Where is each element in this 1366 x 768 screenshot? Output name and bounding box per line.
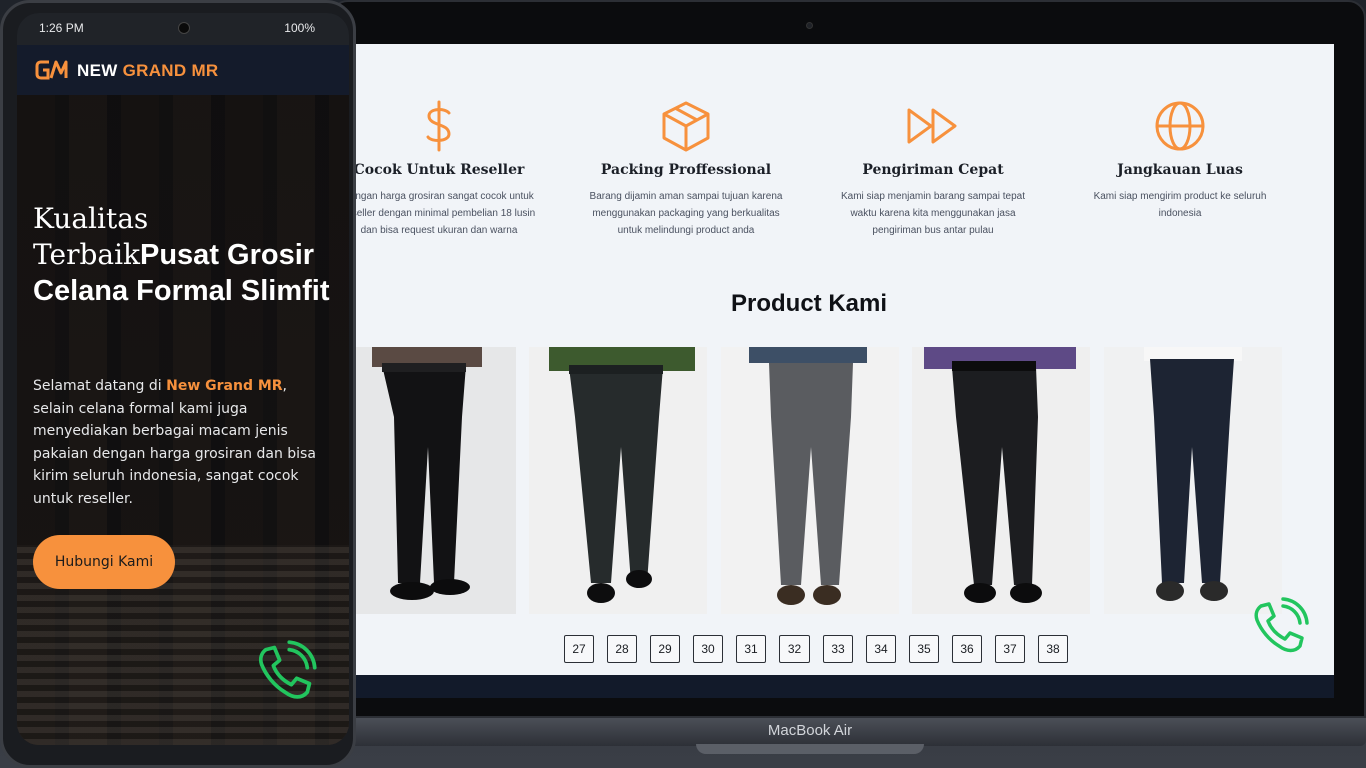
whatsapp-phone-icon[interactable]: [1247, 596, 1311, 660]
product-image: [721, 347, 899, 614]
feature-shipping: Pengiriman Cepat Kami siap menjamin bara…: [818, 96, 1048, 239]
feature-text: dengan harga grosiran sangat cocok untuk…: [354, 191, 536, 236]
feature-coverage: Jangkauan Luas Kami siap mengirim produc…: [1065, 96, 1295, 222]
feature-packing: Packing Proffessional Barang dijamin ama…: [571, 96, 801, 239]
battery-level: 100%: [284, 21, 315, 35]
contact-button[interactable]: Hubungi Kami: [33, 535, 175, 589]
laptop-camera: [806, 22, 813, 29]
size-option[interactable]: 35: [909, 635, 939, 663]
phone-frame: 1:26 PM 100% NEW GRAND MR Kualitas Terba…: [0, 0, 356, 768]
size-option[interactable]: 29: [650, 635, 680, 663]
status-bar: 1:26 PM 100%: [17, 13, 349, 45]
navbar: NEW GRAND MR: [17, 45, 349, 95]
laptop-screen: Cocok Untuk Reseller dengan harga grosir…: [354, 44, 1334, 698]
size-option[interactable]: 28: [607, 635, 637, 663]
size-option[interactable]: 27: [564, 635, 594, 663]
hero-title-serif: Kualitas Terbaik: [33, 202, 149, 271]
laptop-base-notch: [696, 744, 924, 754]
feature-title: Packing Proffessional: [600, 162, 772, 178]
status-time: 1:26 PM: [39, 21, 84, 35]
box-icon: [662, 101, 710, 152]
size-option[interactable]: 34: [866, 635, 896, 663]
lead-brand: New Grand MR: [166, 378, 283, 394]
section-title: Product Kami: [730, 290, 888, 317]
size-option[interactable]: 37: [995, 635, 1025, 663]
phone-screen: 1:26 PM 100% NEW GRAND MR Kualitas Terba…: [17, 13, 349, 745]
product-card[interactable]: [354, 347, 516, 614]
product-card[interactable]: [529, 347, 707, 614]
page-footer-strip: [354, 675, 1334, 698]
product-card[interactable]: [1104, 347, 1282, 614]
product-image: [1104, 347, 1282, 614]
lead-prefix: Selamat datang di: [33, 378, 162, 394]
brand-name[interactable]: NEW GRAND MR: [77, 61, 219, 81]
device-label: MacBook Air: [767, 722, 853, 739]
product-card[interactable]: [912, 347, 1090, 614]
brand-name-part2: GRAND MR: [122, 61, 219, 80]
product-image: [354, 347, 516, 614]
product-image: [529, 347, 707, 614]
size-option[interactable]: 30: [693, 635, 723, 663]
whatsapp-phone-icon[interactable]: [251, 639, 319, 707]
feature-text: Kami siap menjamin barang sampai tepat w…: [841, 191, 1025, 236]
feature-text: Barang dijamin aman sampai tujuan karena…: [589, 191, 783, 236]
front-camera: [178, 22, 190, 34]
size-option[interactable]: 31: [736, 635, 766, 663]
feature-title: Cocok Untuk Reseller: [354, 162, 525, 178]
product-image: [912, 347, 1090, 614]
size-option[interactable]: 38: [1038, 635, 1068, 663]
lead-suffix: , selain celana formal kami juga menyedi…: [33, 378, 316, 507]
feature-title: Pengiriman Cepat: [862, 162, 1004, 178]
hero-description: Selamat datang di New Grand MR, selain c…: [33, 375, 323, 510]
brand-name-part1: NEW: [77, 61, 118, 80]
fast-forward-icon: [907, 108, 957, 144]
brand-logo-icon[interactable]: [35, 59, 69, 81]
dollar-icon: [426, 100, 451, 152]
size-option[interactable]: 33: [823, 635, 853, 663]
feature-title: Jangkauan Luas: [1117, 162, 1243, 178]
size-option[interactable]: 36: [952, 635, 982, 663]
size-pagination: 27 28 29 30 31 32 33 34 35 36 37 38: [564, 635, 1068, 663]
product-card[interactable]: [721, 347, 899, 614]
hero-section: Kualitas TerbaikPusat Grosir Celana Form…: [17, 95, 349, 745]
feature-text: Kami siap mengirim product ke seluruh in…: [1093, 191, 1267, 219]
hero-title: Kualitas TerbaikPusat Grosir Celana Form…: [33, 201, 333, 309]
size-option[interactable]: 32: [779, 635, 810, 663]
feature-reseller: Cocok Untuk Reseller dengan harga grosir…: [354, 96, 554, 239]
globe-icon: [1155, 101, 1205, 151]
